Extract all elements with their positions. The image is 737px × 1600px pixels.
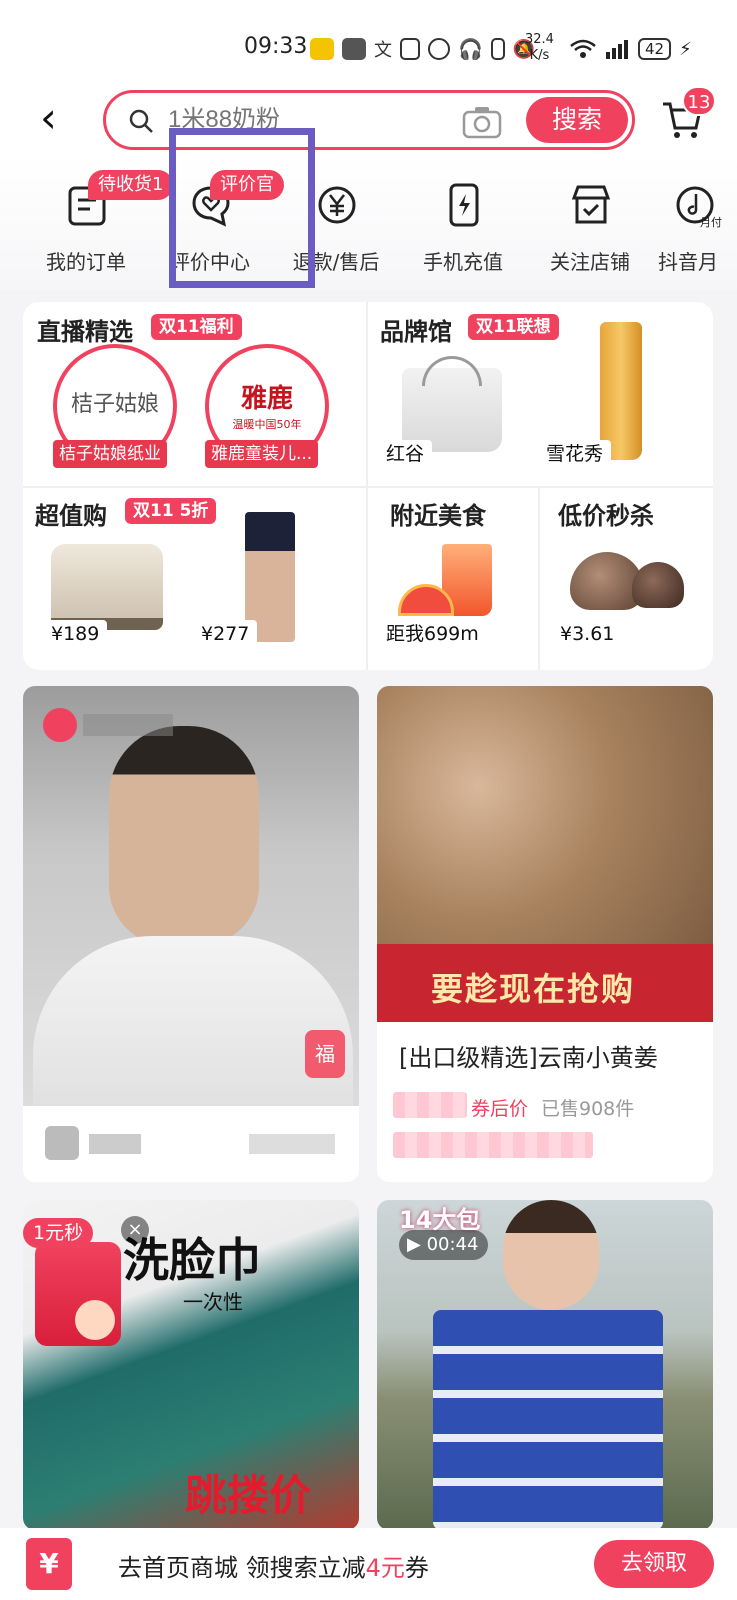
tissue-stack [433,1310,663,1530]
distance-label: 距我699m [378,620,487,648]
nav-douyin-monthly[interactable]: 月付 抖音月 [652,156,737,290]
shop-name: 桔子姑娘纸业 [53,440,167,468]
signal-icon [606,40,628,59]
app-notification-icon [310,38,334,60]
brand-hall-tag: 双11联想 [468,314,559,340]
coupon-price-label: 券后价 [471,1098,529,1120]
nav-label: 我的订单 [46,250,126,274]
brand-name: 雪花秀 [538,440,612,468]
towel-promo-text: 跳搂价 [185,1471,312,1520]
nearby-food-title: 附近美食 [390,503,486,530]
status-bar: 09:33 文 🎧 🔕 32.4 K/s 42 ⚡ [0,0,737,86]
flash-price: ¥3.61 [552,620,623,648]
towel-subline: 一次性 [183,1290,243,1314]
nfc-icon [400,38,420,60]
portrait-head [109,726,259,946]
ginger-banner-text: 要趁现在抢购 [431,970,636,1008]
mushroom-image [632,562,684,608]
monthly-icon-text: 月付 [700,216,722,229]
status-app-icons: 文 🎧 🔕 [310,36,535,62]
translate-icon: 文 [374,40,392,61]
back-chevron-icon[interactable]: ‹ [40,97,57,139]
quick-nav: 我的订单 待收货1 评价中心 评价官 退款/售后 手机充值 关注店铺 月付 抖音… [0,156,737,290]
brand-name: 红谷 [378,440,433,468]
battery-indicator: 42 [638,38,672,60]
product-price: ¥189 [43,620,108,648]
lucky-bag-icon[interactable]: 福 [305,1030,345,1078]
promo-message: 去首页商城 领搜索立减4元券 [118,1554,429,1582]
feed-card-ginger[interactable]: 要趁现在抢购 [出口级精选]云南小黄姜 券后价 已售908件 [377,686,713,1182]
nearby-food-section[interactable]: 附近美食 距我699m [368,488,538,670]
refund-yen-icon [318,186,356,224]
highlight-box [169,128,315,288]
search-button[interactable]: 搜索 [526,97,628,143]
search-header: ‹ 搜索 13 [0,86,737,156]
live-portrait-image: 福 [23,686,359,1106]
brand-hall-section[interactable]: 品牌馆 双11联想 红谷 雪花秀 [368,302,713,486]
value-buy-title: 超值购 [35,503,107,530]
handbag-strap [422,356,482,386]
video-duration-pill: ▶ 00:44 [399,1230,489,1260]
hand-pointer-icon [75,1300,115,1340]
status-right-icons: 42 ⚡ [570,38,692,60]
blurred-coupon-tag [393,1132,593,1158]
play-icon: ▶ [407,1234,427,1255]
camera-icon[interactable] [462,105,502,139]
promo-panel: 直播精选 双11福利 桔子姑娘 雅鹿 温暖中国50年 桔子姑娘纸业 雅鹿童装儿.… [23,302,713,670]
vibrate-icon [490,38,505,60]
alarm-icon [428,38,450,60]
feed-card-live[interactable]: 福 [23,686,359,1182]
nav-phone-charge[interactable]: 手机充值 [403,156,523,290]
live-picks-title: 直播精选 [37,319,133,346]
feed-card-face-towel[interactable]: 洗脸巾 一次性 跳搂价 1元秒 × [23,1200,359,1530]
headphone-icon: 🎧 [458,37,483,61]
shop-name: 雅鹿童装儿... [205,440,319,468]
live-indicator-icon [43,708,77,742]
claim-coupon-button[interactable]: 去领取 [594,1540,714,1588]
ginger-banner: 要趁现在抢购 [377,944,713,1022]
nav-label: 手机充值 [423,250,503,274]
value-buy-section[interactable]: 超值购 双11 5折 ¥189 ¥277 [23,488,366,670]
one-yuan-flash-badge: 1元秒 [23,1218,94,1248]
blurred-price [393,1092,467,1118]
presenter-face [503,1200,599,1310]
sold-count: 已售908件 [541,1098,635,1120]
red-packet-widget[interactable] [35,1242,121,1346]
nav-label: 抖音月 [658,250,718,274]
yen-coupon-icon: ¥ [26,1538,72,1590]
product-title: [出口级精选]云南小黄姜 [399,1044,658,1072]
status-time: 09:33 [244,34,308,59]
charging-icon: ⚡ [679,38,692,60]
bag-notification-icon [342,38,366,60]
flash-sale-section[interactable]: 低价秒杀 ¥3.61 [540,488,713,670]
phone-charge-icon [449,183,479,227]
product-price: ¥277 [193,620,258,648]
blurred-author [89,1134,141,1154]
nav-followed-stores[interactable]: 关注店铺 [530,156,650,290]
flash-sale-title: 低价秒杀 [558,503,654,530]
boots-image [51,544,163,630]
value-buy-tag: 双11 5折 [125,498,217,524]
ginger-product-image: 要趁现在抢购 [377,686,713,1022]
nav-label: 关注店铺 [550,250,630,274]
portrait-shirt [33,936,353,1106]
bottom-promo-banner[interactable]: ¥ 去首页商城 领搜索立减4元券 去领取 [0,1528,737,1600]
search-icon [129,109,153,133]
store-follow-icon [571,185,611,224]
network-speed: 32.4 K/s [525,32,554,63]
cart-badge: 13 [682,86,716,116]
feed-card-tissue-video[interactable]: 14大包 ▶ 00:44 [377,1200,713,1530]
close-icon[interactable]: × [121,1216,149,1244]
blurred-avatar [45,1126,79,1160]
blurred-view-count [249,1134,335,1154]
live-picks-section[interactable]: 直播精选 双11福利 桔子姑娘 雅鹿 温暖中国50年 桔子姑娘纸业 雅鹿童装儿.… [23,302,366,486]
live-picks-tag: 双11福利 [151,314,242,340]
blurred-streamer-name [83,714,173,736]
wifi-icon [570,39,596,58]
brand-hall-title: 品牌馆 [380,319,452,346]
